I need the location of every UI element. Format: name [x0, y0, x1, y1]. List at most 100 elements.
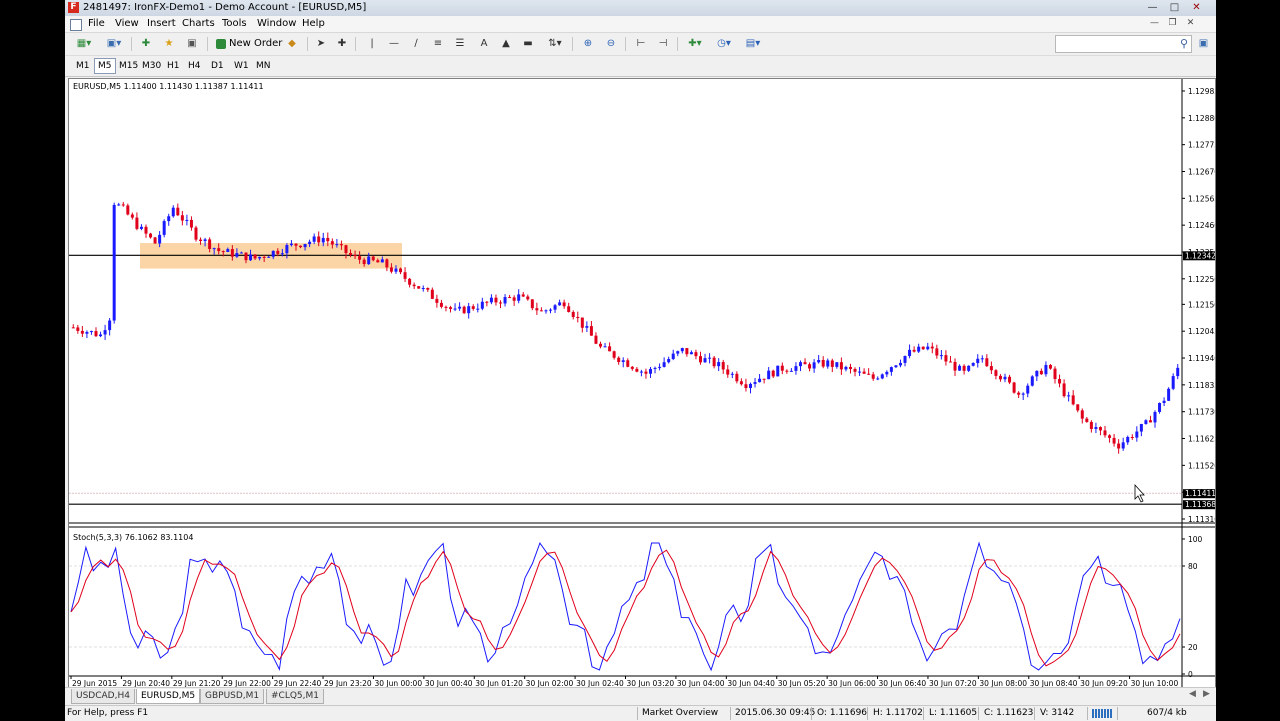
- hline-price-label: 1.12342: [1185, 251, 1215, 260]
- candle-body: [735, 373, 739, 382]
- candle-body: [1112, 437, 1116, 444]
- tab-clq5-m1[interactable]: #CLQ5,M1: [266, 689, 325, 704]
- crosshair-icon[interactable]: ✚: [335, 36, 349, 52]
- timeframe-m30[interactable]: M30: [139, 59, 164, 73]
- candle-body: [808, 364, 812, 369]
- shapes-icon[interactable]: ▬: [521, 36, 535, 52]
- candle-body: [930, 346, 934, 349]
- timeframe-h4[interactable]: H4: [185, 59, 204, 73]
- time-tick-label: 30 Jun 04:40: [727, 679, 775, 687]
- time-tick-label: 30 Jun 05:20: [778, 679, 826, 687]
- maximize-button[interactable]: □: [1166, 1, 1183, 14]
- arrows-icon[interactable]: ⇅▾: [543, 36, 567, 52]
- tab-usdcad-h4[interactable]: USDCAD,H4: [71, 689, 135, 704]
- candle-body: [153, 237, 157, 244]
- chart-window[interactable]: 1.12985 1.12880 1.12775 1.12670 1.12565 1.124…: [68, 78, 1216, 688]
- horizontal-line-icon[interactable]: —: [387, 36, 401, 52]
- navigator-icon[interactable]: ★: [161, 36, 177, 52]
- menu-charts[interactable]: Charts: [182, 18, 215, 29]
- tabs-scroll-right-icon[interactable]: ▶: [1203, 689, 1210, 699]
- vertical-line-icon[interactable]: |: [365, 36, 379, 52]
- price-tick-label: 1.11940: [1188, 354, 1215, 363]
- timeframe-w1[interactable]: W1: [231, 59, 252, 73]
- chart-tabs-bar: USDCAD,H4 EURUSD,M5 GBPUSD,M1 #CLQ5,M1 ◀…: [65, 687, 1216, 705]
- zoom-out-icon[interactable]: ⊖: [603, 36, 619, 52]
- candle-body: [421, 288, 425, 290]
- candle-body: [712, 357, 716, 367]
- market-watch-icon[interactable]: ✚: [138, 36, 154, 52]
- stoch-level-label: 100: [1188, 535, 1203, 544]
- chart-window-icon[interactable]: [70, 19, 82, 31]
- new-order-button[interactable]: New Order: [215, 36, 282, 52]
- candle-body: [767, 370, 771, 380]
- candle-body: [526, 296, 530, 300]
- price-tick-label: 1.11520: [1188, 461, 1215, 470]
- candle-body: [144, 226, 148, 234]
- timeframe-mn[interactable]: MN: [253, 59, 274, 73]
- timeframe-m5[interactable]: M5: [94, 58, 116, 74]
- search-input[interactable]: ⚲: [1055, 35, 1192, 53]
- candle-body: [794, 366, 798, 371]
- new-chart-icon[interactable]: ▦▾: [73, 36, 95, 52]
- menu-view[interactable]: View: [115, 18, 139, 29]
- candle-body: [921, 346, 925, 350]
- app-logo-icon: F: [68, 2, 79, 13]
- menu-tools[interactable]: Tools: [222, 18, 247, 29]
- candle-body: [439, 302, 443, 307]
- label-icon[interactable]: ▲: [499, 36, 513, 52]
- close-window-button[interactable]: ✕: [1188, 1, 1205, 14]
- timeframe-h1[interactable]: H1: [164, 59, 183, 73]
- auto-scroll-icon[interactable]: ⊣: [655, 36, 671, 52]
- candle-body: [239, 252, 243, 254]
- channel-icon[interactable]: ≡: [431, 36, 445, 52]
- fibonacci-icon[interactable]: ☰: [453, 36, 467, 52]
- candle-body: [130, 214, 134, 218]
- candle-body: [835, 362, 839, 367]
- price-tick-label: 1.12150: [1188, 300, 1215, 309]
- profiles-icon[interactable]: ▣▾: [103, 36, 125, 52]
- terminal-icon[interactable]: ▣: [184, 36, 200, 52]
- chat-icon[interactable]: ▣: [1196, 36, 1211, 52]
- trendline-icon[interactable]: ∕: [409, 36, 423, 52]
- menu-help[interactable]: Help: [302, 18, 325, 29]
- price-chart-canvas[interactable]: 1.12985 1.12880 1.12775 1.12670 1.12565 1.124…: [69, 79, 1215, 687]
- candle-body: [662, 362, 666, 367]
- timeframe-m15[interactable]: M15: [116, 59, 141, 73]
- candle-body: [803, 362, 807, 365]
- candle-body: [203, 239, 207, 241]
- chart-close-button[interactable]: ✕: [1184, 18, 1197, 29]
- tab-eurusd-m5[interactable]: EURUSD,M5: [136, 689, 201, 704]
- autotrading-icon[interactable]: ◆: [284, 36, 300, 52]
- minimize-button[interactable]: —: [1144, 1, 1161, 14]
- status-profile[interactable]: Market Overview: [642, 708, 718, 718]
- timeframe-m1[interactable]: M1: [73, 59, 93, 73]
- chart-minimize-button[interactable]: —: [1148, 18, 1161, 29]
- text-icon[interactable]: A: [477, 36, 491, 52]
- menu-insert[interactable]: Insert: [147, 18, 176, 29]
- time-tick-label: 30 Jun 04:00: [677, 679, 725, 687]
- search-icon[interactable]: ⚲: [1180, 37, 1188, 50]
- candle-body: [698, 356, 702, 363]
- status-datetime: 2015.06.30 09:45: [735, 708, 816, 718]
- time-tick-label: 30 Jun 06:00: [828, 679, 876, 687]
- candle-body: [262, 256, 266, 258]
- time-tick-label: 29 Jun 20:40: [122, 679, 170, 687]
- candle-body: [308, 241, 312, 245]
- candle-body: [358, 256, 362, 260]
- chart-shift-icon[interactable]: ⊢: [633, 36, 649, 52]
- candle-body: [676, 351, 680, 354]
- indicators-icon[interactable]: ✚▾: [683, 36, 707, 52]
- candle-body: [326, 237, 330, 242]
- menu-window[interactable]: Window: [257, 18, 296, 29]
- zoom-in-icon[interactable]: ⊕: [580, 36, 596, 52]
- tab-gbpusd-m1[interactable]: GBPUSD,M1: [200, 689, 265, 704]
- periods-icon[interactable]: ◷▾: [712, 36, 736, 52]
- time-tick-label: 30 Jun 02:40: [576, 679, 624, 687]
- menu-file[interactable]: File: [88, 18, 105, 29]
- cursor-icon[interactable]: ➤: [314, 36, 328, 52]
- candle-body: [789, 370, 793, 372]
- templates-icon[interactable]: ▤▾: [741, 36, 765, 52]
- chart-restore-button[interactable]: ❐: [1166, 18, 1179, 29]
- timeframe-d1[interactable]: D1: [208, 59, 227, 73]
- tabs-scroll-left-icon[interactable]: ◀: [1189, 689, 1196, 699]
